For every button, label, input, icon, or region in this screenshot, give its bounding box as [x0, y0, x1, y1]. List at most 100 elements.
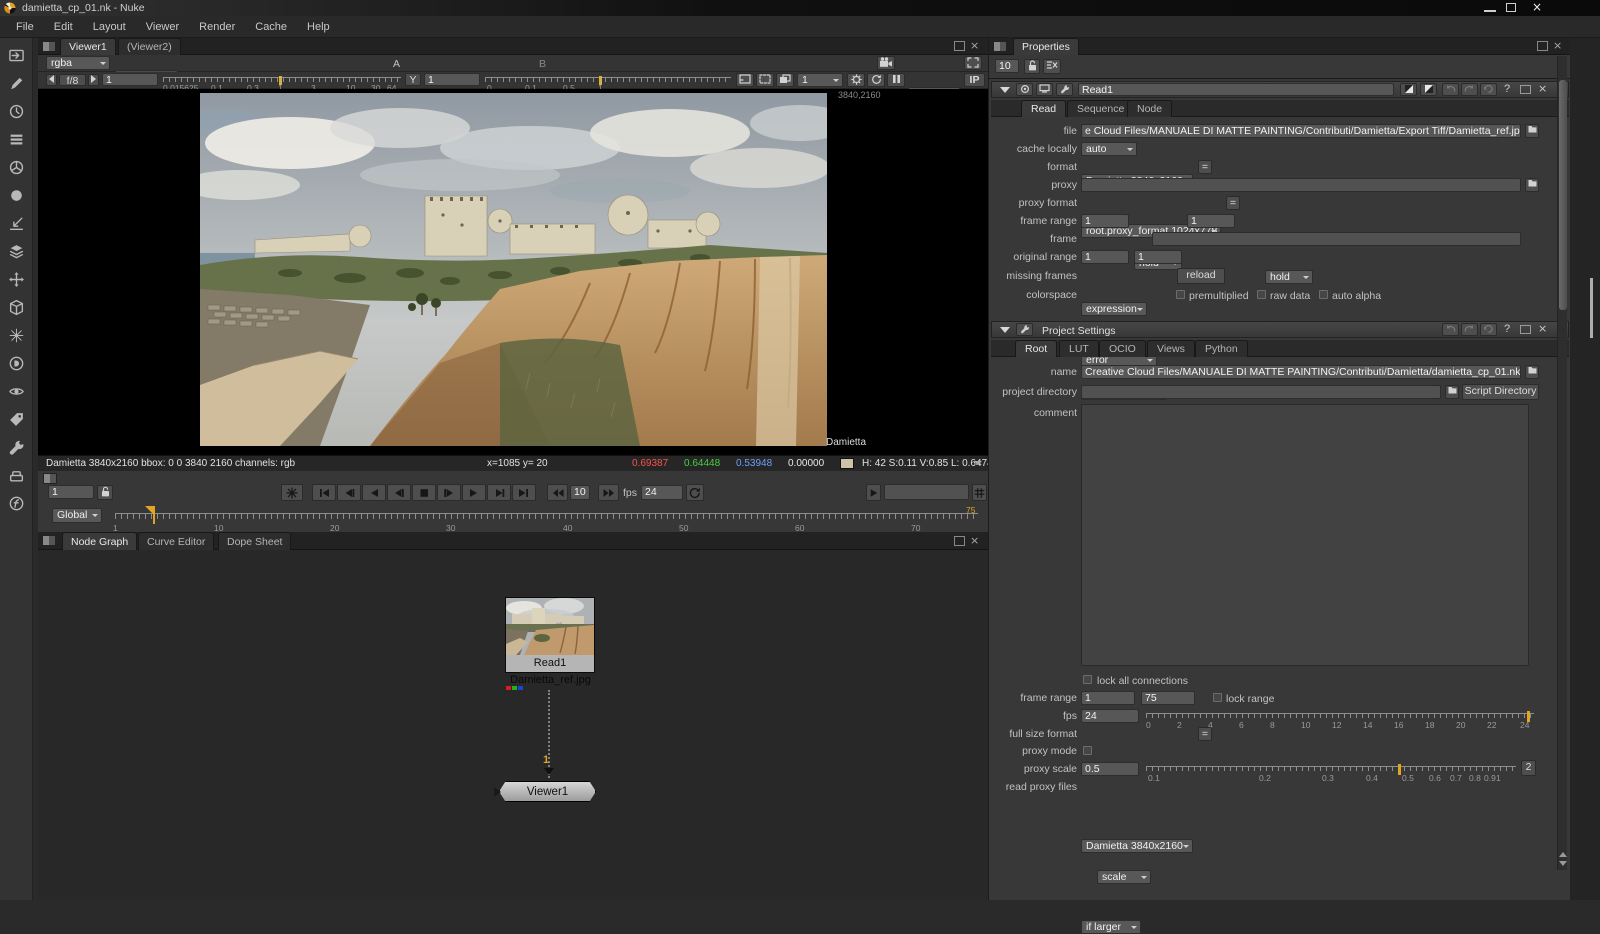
frame-range-start-field[interactable]: 1: [1081, 214, 1129, 228]
scroll-down-button[interactable]: [1559, 858, 1567, 868]
tab-dope-sheet[interactable]: Dope Sheet: [218, 532, 291, 550]
toolbar-views-button[interactable]: [3, 380, 29, 402]
tab-node-graph[interactable]: Node Graph: [62, 532, 137, 550]
downrez-dropdown[interactable]: 1: [797, 73, 843, 87]
toolbar-channel-button[interactable]: [3, 128, 29, 150]
toolbar-metadata-button[interactable]: [3, 408, 29, 430]
file-field[interactable]: e Cloud Files/MANUALE DI MATTE PAINTING/…: [1081, 124, 1521, 138]
proxy-mode-checkbox[interactable]: [1083, 746, 1092, 755]
node-name-field[interactable]: Read1: [1078, 83, 1394, 96]
full-size-link-button[interactable]: =: [1198, 727, 1212, 741]
float-controls-button[interactable]: [1400, 83, 1417, 96]
tab-lut[interactable]: LUT: [1059, 340, 1099, 357]
input-process-button[interactable]: [847, 73, 865, 87]
menu-cache[interactable]: Cache: [245, 21, 297, 33]
play-button[interactable]: [462, 484, 486, 501]
toolbar-filter-button[interactable]: [3, 184, 29, 206]
float-panel-icon[interactable]: [1537, 41, 1548, 51]
panel-handle-icon[interactable]: [42, 41, 56, 52]
goto-start-button[interactable]: [312, 484, 336, 501]
collapse-arrow-icon[interactable]: [1000, 87, 1010, 98]
timeline-playhead[interactable]: [153, 506, 155, 524]
menu-render[interactable]: Render: [189, 21, 245, 33]
float-panel-button[interactable]: [1520, 325, 1531, 334]
read-proxy-dropdown[interactable]: if larger: [1081, 920, 1141, 934]
redo-button[interactable]: [1461, 323, 1478, 336]
timeline-range-dropdown[interactable]: Global: [52, 508, 102, 523]
gamma-slider[interactable]: 0 0.1 0.5 1: [485, 77, 731, 83]
float-panel-icon[interactable]: [954, 536, 965, 546]
proxy-mode-dropdown[interactable]: scale: [1097, 870, 1151, 884]
gain-prev-button[interactable]: [46, 74, 57, 86]
frame-range-end-field[interactable]: 1: [1187, 214, 1235, 228]
roi-button[interactable]: [736, 73, 754, 87]
proxy-toggle-button[interactable]: [756, 73, 774, 87]
project-directory-field[interactable]: [1081, 385, 1441, 399]
proxy-scale-marker[interactable]: [1398, 764, 1401, 775]
tab-ocio[interactable]: OCIO: [1099, 340, 1146, 357]
layer-dropdown[interactable]: rgba: [46, 56, 110, 70]
project-settings-button[interactable]: [1016, 323, 1033, 336]
tab-viewer1[interactable]: Viewer1: [60, 38, 116, 55]
scrollbar-thumb[interactable]: [1559, 80, 1567, 310]
menu-layout[interactable]: Layout: [83, 21, 136, 33]
help-button[interactable]: ?: [1504, 323, 1510, 335]
redo-button[interactable]: [1461, 83, 1478, 96]
read-node[interactable]: Read1: [505, 597, 595, 673]
menu-viewer[interactable]: Viewer: [136, 21, 189, 33]
tab-viewer2[interactable]: (Viewer2): [118, 38, 181, 55]
step-forward-button[interactable]: [437, 484, 461, 501]
tab-curve-editor[interactable]: Curve Editor: [138, 532, 214, 550]
toolbar-transform-button[interactable]: [3, 268, 29, 290]
gamma-toggle-button[interactable]: Y: [405, 73, 421, 86]
toolbar-plugins-button[interactable]: [3, 492, 29, 514]
revert-button[interactable]: [1480, 83, 1497, 96]
project-dir-browse-button[interactable]: [1445, 385, 1459, 399]
toolbar-color-button[interactable]: [3, 156, 29, 178]
node-graph-canvas[interactable]: 1 Read1 Damietta_ref.jpg Viewer1: [38, 550, 988, 900]
toolbar-merge-button[interactable]: [3, 240, 29, 262]
flipbook-button[interactable]: [281, 484, 303, 501]
frame-viewer-button[interactable]: [964, 56, 982, 70]
properties-scrollbar[interactable]: [1557, 56, 1567, 870]
tab-properties[interactable]: Properties: [1013, 38, 1079, 55]
raw-data-checkbox[interactable]: [1257, 290, 1266, 299]
format-link-button[interactable]: =: [1198, 160, 1212, 174]
lock-playback-button[interactable]: [97, 485, 113, 500]
menu-edit[interactable]: Edit: [44, 21, 83, 33]
wipe-screens-button[interactable]: [776, 73, 794, 87]
gamma-value-field[interactable]: 1: [424, 73, 480, 86]
timeline-ruler[interactable]: 1 10 20 30 40 50 60 70 75: [115, 513, 978, 520]
node-settings-button[interactable]: [1056, 83, 1073, 96]
toolbar-other-button[interactable]: [3, 464, 29, 486]
frame-increment-field[interactable]: 1: [48, 485, 94, 499]
auto-alpha-checkbox[interactable]: [1319, 290, 1328, 299]
info-expand-icon[interactable]: [974, 461, 982, 469]
tab-python[interactable]: Python: [1195, 340, 1248, 357]
close-button[interactable]: ×: [1528, 0, 1546, 15]
tab-sequence[interactable]: Sequence: [1067, 100, 1134, 117]
proxy-browse-button[interactable]: [1525, 178, 1539, 192]
undo-button[interactable]: [1442, 83, 1459, 96]
proxy-format-link-button[interactable]: =: [1226, 196, 1240, 210]
playback-range-field[interactable]: [884, 484, 969, 500]
center-node-button[interactable]: [1016, 83, 1033, 96]
scroll-up-button[interactable]: [1559, 846, 1567, 856]
menu-file[interactable]: File: [6, 21, 44, 33]
project-fps-field[interactable]: 24: [1081, 709, 1139, 723]
fps-field[interactable]: 24: [641, 485, 683, 500]
lock-range-checkbox[interactable]: [1213, 693, 1222, 702]
toolbar-time-button[interactable]: [3, 100, 29, 122]
collapse-arrow-icon[interactable]: [1000, 327, 1010, 338]
fps-slider[interactable]: 0 2 4 6 8 10 12 14 16 18 20 22 24: [1146, 713, 1534, 719]
prev-keyframe-button[interactable]: [337, 484, 361, 501]
script-browse-button[interactable]: [1525, 365, 1539, 379]
update-button[interactable]: [867, 73, 885, 87]
toolbar-deep-button[interactable]: [3, 352, 29, 374]
premultiplied-checkbox[interactable]: [1176, 290, 1185, 299]
close-panel-icon[interactable]: ×: [970, 39, 979, 52]
max-panels-field[interactable]: 10: [995, 59, 1019, 73]
proxy-field[interactable]: [1081, 178, 1521, 192]
stop-button[interactable]: [412, 484, 436, 501]
original-range-start-field[interactable]: 1: [1081, 250, 1129, 264]
